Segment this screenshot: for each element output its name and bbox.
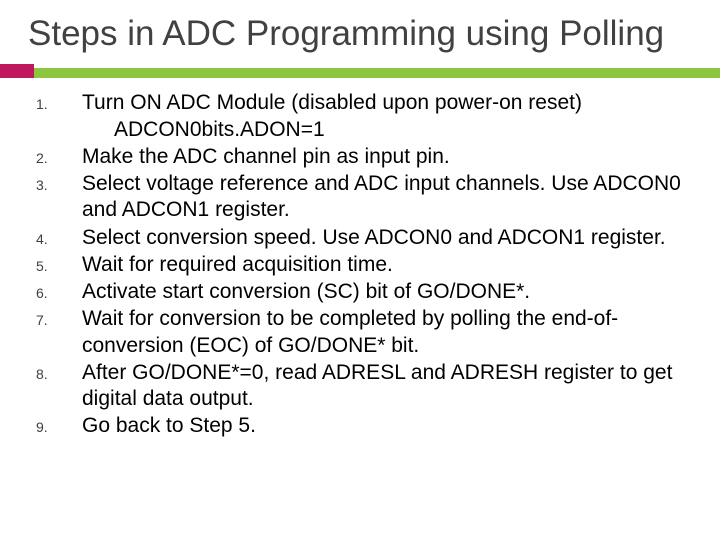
step-text: Select voltage reference and ADC input c… (82, 172, 681, 221)
list-item: Go back to Step 5. (26, 413, 694, 439)
list-item: Select voltage reference and ADC input c… (26, 171, 694, 224)
step-subtext: ADCON0bits.ADON=1 (82, 117, 694, 143)
list-item: Make the ADC channel pin as input pin. (26, 144, 694, 170)
list-item: Select conversion speed. Use ADCON0 and … (26, 225, 694, 251)
step-text: Turn ON ADC Module (disabled upon power-… (82, 91, 582, 114)
steps-list: Turn ON ADC Module (disabled upon power-… (26, 90, 694, 439)
title-underline (0, 64, 720, 78)
content-area: Turn ON ADC Module (disabled upon power-… (0, 78, 720, 439)
step-text: Activate start conversion (SC) bit of GO… (82, 280, 530, 303)
step-text: Go back to Step 5. (82, 414, 256, 437)
slide: Steps in ADC Programming using Polling T… (0, 0, 720, 540)
list-item: Activate start conversion (SC) bit of GO… (26, 279, 694, 305)
list-item: Wait for required acquisition time. (26, 252, 694, 278)
list-item: After GO/DONE*=0, read ADRESL and ADRESH… (26, 360, 694, 413)
list-item: Turn ON ADC Module (disabled upon power-… (26, 90, 694, 143)
step-text: Wait for conversion to be completed by p… (82, 307, 618, 356)
step-text: Select conversion speed. Use ADCON0 and … (82, 226, 666, 249)
underline-green (0, 68, 720, 78)
underline-accent (0, 64, 34, 78)
page-title: Steps in ADC Programming using Polling (0, 10, 720, 54)
step-text: Make the ADC channel pin as input pin. (82, 145, 450, 168)
step-text: After GO/DONE*=0, read ADRESL and ADRESH… (82, 361, 672, 410)
list-item: Wait for conversion to be completed by p… (26, 306, 694, 359)
step-text: Wait for required acquisition time. (82, 253, 393, 276)
